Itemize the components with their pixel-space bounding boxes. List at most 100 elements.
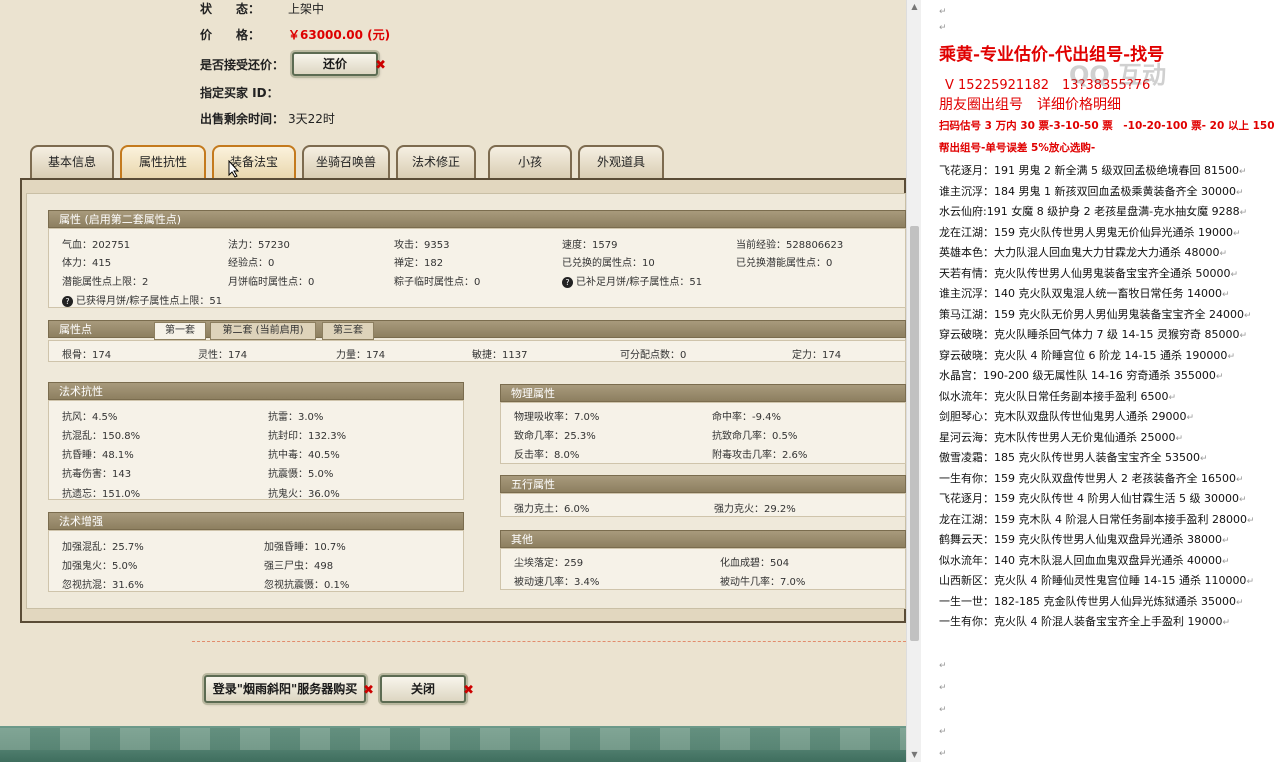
phys-crit: 致命几率：25.3% <box>514 431 596 442</box>
para-mark: ↵ <box>1221 536 1230 546</box>
subtab-set-1[interactable]: 第一套 <box>154 322 206 340</box>
doc-entry-text: 策马江湖：159 克火队无价男人男仙男鬼装备宝宝齐全 24000 <box>939 307 1244 321</box>
doc-entry-text: 水云仙府:191 女魔 8 级护身 2 老孩星盘满-克水抽女魔 9288 <box>939 205 1240 218</box>
phys-anticrit: 抗致命几率：0.5% <box>712 431 798 442</box>
subtab-set-2[interactable]: 第二套 (当前启用) <box>210 322 316 340</box>
doc-entry: 山西新区：克火队 4 阶睡仙灵性鬼宫位睡 14-15 通杀 110000↵ <box>939 572 1254 588</box>
attr-obtained-text: 已获得月饼/粽子属性点上限：51 <box>76 296 223 307</box>
resist-seal: 抗封印：132.3% <box>268 431 347 442</box>
tab-label: 属性抗性 <box>138 155 187 169</box>
other-passive-speed: 被动速几率：3.4% <box>514 577 600 588</box>
document-panel: ↵ ↵ 乘黄-专业估价-代出组号-找号 V 15225921182 13?383… <box>921 0 1280 762</box>
help-icon[interactable]: ? <box>62 296 73 307</box>
login-buy-button[interactable]: 登录"烟雨斜阳"服务器购买 ✖ <box>204 675 374 703</box>
para-mark: ↵ <box>1175 433 1184 444</box>
doc-pricing: 扫码估号 3 万内 30 票-3-10-50 票 -10-20-100 票- 2… <box>939 120 1275 132</box>
doc-entry-text: 水晶宫：190-200 级无属性队 14-16 穷奇通杀 355000 <box>939 369 1216 382</box>
doc-entry: 策马江湖：159 克火队无价男人男仙男鬼装备宝宝齐全 24000↵ <box>939 306 1252 322</box>
para-mark: ↵ <box>1168 392 1177 403</box>
point-agility: 敏捷：1137 <box>472 350 528 361</box>
doc-entry: 鹤舞云天：159 克火队传世男人仙鬼双盘异光通杀 38000↵ <box>939 531 1230 547</box>
para-mark: ↵ <box>1239 331 1247 341</box>
para-mark: ↵ <box>1235 597 1244 608</box>
doc-entry: 谁主沉浮：140 克火队双鬼混人统一畜牧日常任务 14000↵ <box>939 285 1230 301</box>
element-earth: 强力克土：6.0% <box>514 504 590 515</box>
tab-attributes[interactable]: 属性抗性 <box>120 145 206 178</box>
bargain-row: 是否接受还价： <box>200 56 288 74</box>
doc-entry-text: 飞花逐月：159 克火队传世 4 阶男人仙甘霖生活 5 级 30000 <box>939 492 1239 505</box>
point-focus: 定力：174 <box>792 350 842 361</box>
attr-filled-text: 已补足月饼/粽子属性点：51 <box>576 277 703 288</box>
doc-entry-text: 一生一世：182-185 克金队传世男人仙异光炼狱通杀 35000 <box>939 594 1236 608</box>
subtab-set-3[interactable]: 第三套 <box>322 322 374 340</box>
decorative-pattern <box>0 728 906 750</box>
attr-attack: 攻击：9353 <box>394 240 450 251</box>
divider <box>192 641 906 642</box>
other-blood: 化血成碧：504 <box>720 558 790 569</box>
para-mark: ↵ <box>1199 454 1208 464</box>
magic-resist-header: 法术抗性 <box>48 382 464 400</box>
doc-entry-text: 谁主沉浮：140 克火队双鬼混人统一畜牧日常任务 14000 <box>939 287 1222 300</box>
resist-forget: 抗遗忘：151.0% <box>62 489 141 500</box>
attr-exp: 当前经验：528806623 <box>736 240 844 251</box>
cursor-icon <box>228 160 240 178</box>
doc-entry-text: 谁主沉浮：184 男鬼 1 新孩双回血孟极乘黄装备齐全 30000 <box>939 184 1236 198</box>
para-mark: ↵ <box>1186 413 1195 423</box>
doc-entry: 水云仙府:191 女魔 8 级护身 2 老孩星盘满-克水抽女魔 9288↵ <box>939 203 1247 219</box>
price-label: 价 格： <box>200 28 261 42</box>
other-dust: 尘埃落定：259 <box>514 558 584 569</box>
scroll-thumb[interactable] <box>910 226 919 641</box>
doc-entry-text: 一生有你：159 克火队双盘传世男人 2 老孩装备齐全 16500 <box>939 471 1236 485</box>
help-icon[interactable]: ? <box>562 277 573 288</box>
attributes-header: 属性 (启用第二套属性点) <box>48 210 906 228</box>
tab-equipment[interactable]: 装备法宝 <box>212 145 296 178</box>
tab-label: 坐骑召唤兽 <box>315 155 376 169</box>
tab-appearance-items[interactable]: 外观道具 <box>578 145 664 178</box>
para-mark: ↵ <box>1230 269 1239 280</box>
para-mark: ↵ <box>939 7 947 17</box>
tab-mounts-pets[interactable]: 坐骑召唤兽 <box>302 145 390 178</box>
status-row: 状 态： 上架中 <box>200 0 324 18</box>
tab-spell-correction[interactable]: 法术修正 <box>396 145 476 178</box>
magic-boost-header: 法术增强 <box>48 512 464 530</box>
para-mark: ↵ <box>1227 351 1235 362</box>
point-spirit: 灵性：174 <box>198 350 248 361</box>
attr-exp-points: 经验点：0 <box>228 258 275 269</box>
para-mark: ↵ <box>1232 228 1241 239</box>
doc-entry-text: 飞花逐月：191 男鬼 2 新全满 5 级双回孟极绝境春回 81500 <box>939 164 1239 177</box>
buyer-row: 指定买家 ID： <box>200 84 288 102</box>
phys-hit: 命中率：-9.4% <box>712 412 782 423</box>
doc-subtitle: 朋友圈出组号 详细价格明细 <box>939 97 1121 113</box>
para-mark: ↵ <box>1235 187 1244 198</box>
resist-wind: 抗风：4.5% <box>62 412 118 423</box>
para-mark: ↵ <box>1222 618 1231 628</box>
close-icon: ✖ <box>463 683 474 698</box>
close-icon: ✖ <box>375 58 386 73</box>
element-fire: 强力克火：29.2% <box>714 504 796 515</box>
scroll-down-icon[interactable]: ▼ <box>910 750 919 759</box>
para-mark: ↵ <box>1221 556 1230 567</box>
scroll-up-icon[interactable]: ▲ <box>910 2 919 11</box>
doc-entry: 似水流年：克火队日常任务副本接手盈利 6500↵ <box>939 388 1176 404</box>
phys-poison-attack: 附毒攻击几率：2.6% <box>712 450 808 461</box>
bargain-button[interactable]: 还价 ✖ <box>292 52 386 76</box>
tab-children[interactable]: 小孩 <box>488 145 572 178</box>
point-unallocated: 可分配点数：0 <box>620 350 687 361</box>
doc-entry-text: 星河云海：克木队传世男人无价鬼仙通杀 25000 <box>939 430 1176 444</box>
scrollbar[interactable]: ▲ ▼ <box>906 0 921 762</box>
doc-entry: 一生有你：159 克火队双盘传世男人 2 老孩装备齐全 16500↵ <box>939 470 1244 486</box>
doc-entry-text: 英雄本色：大力队混人回血鬼大力甘霖龙大力通杀 48000 <box>939 246 1220 259</box>
price-value: ￥63000.00 (元) <box>288 28 391 42</box>
bargain-label: 是否接受还价： <box>200 58 285 72</box>
boost-chaos: 加强混乱：25.7% <box>62 542 144 553</box>
status-label: 状 态： <box>200 2 261 16</box>
doc-entry: 龙在江湖：159 克木队 4 阶混人日常任务副本接手盈利 28000↵ <box>939 511 1255 527</box>
watermark: QQ 互动 <box>1069 61 1167 89</box>
attr-meditation: 禅定：182 <box>394 258 444 269</box>
attr-stamina: 体力：415 <box>62 258 112 269</box>
close-button[interactable]: 关闭 ✖ <box>380 675 474 703</box>
tab-basic-info[interactable]: 基本信息 <box>30 145 114 178</box>
doc-entry-text: 龙在江湖：159 克火队传世男人男鬼无价仙异光通杀 19000 <box>939 225 1233 239</box>
doc-entry-text: 天若有情：克火队传世男人仙男鬼装备宝宝齐全通杀 50000 <box>939 266 1231 280</box>
doc-entry: 傲雪凌霜：185 克火队传世男人装备宝宝齐全 53500↵ <box>939 449 1208 465</box>
